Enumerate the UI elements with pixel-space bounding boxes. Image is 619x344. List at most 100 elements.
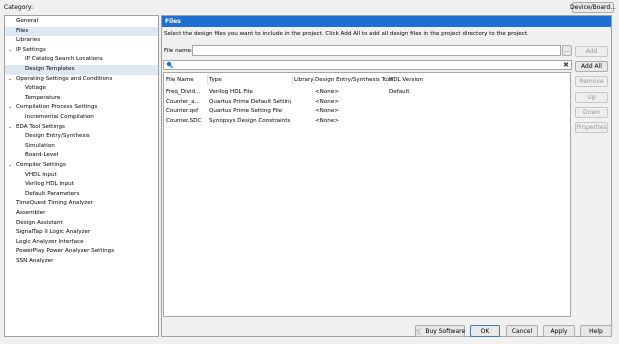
tree-item-label: SignalTap II Logic Analyzer	[16, 229, 91, 236]
buy-software-button[interactable]: 🛒 Buy Software	[415, 325, 465, 337]
tree-item-label: EDA Tool Settings	[16, 123, 65, 130]
search-icon	[166, 61, 173, 69]
tree-item[interactable]: ⌄ Compiler Settings	[5, 161, 158, 171]
tree-item[interactable]: ⌄ EDA Tool Settings	[5, 123, 158, 133]
ok-button[interactable]: OK	[470, 325, 500, 337]
properties-button[interactable]: Properties	[575, 122, 608, 133]
up-button[interactable]: Up	[575, 92, 608, 103]
tree-item-label: PowerPlay Power Analyzer Settings	[16, 248, 115, 255]
tree-item-label: IP Settings	[16, 46, 46, 53]
tree-item[interactable]: Design Entry/Synthesis	[5, 132, 158, 142]
category-tree[interactable]: General Files Libraries ⌄ IP Settings IP Cata…	[4, 15, 159, 337]
tree-item-label: General	[16, 18, 39, 24]
tree-item[interactable]: Simulation	[5, 142, 158, 152]
table-cell: <None>	[315, 108, 339, 115]
files-table[interactable]: File Name Type Library Design Entry/Synt…	[163, 72, 571, 317]
help-button[interactable]: Help	[580, 325, 612, 337]
tree-item-label: Temperature	[25, 94, 61, 101]
column-separator	[292, 75, 293, 85]
tree-item[interactable]: Board-Level	[5, 151, 158, 161]
column-separator	[207, 75, 208, 85]
tree-item-label: Voltage	[25, 85, 46, 92]
table-cell: <None>	[315, 89, 339, 95]
tree-item-label: Files	[16, 27, 29, 34]
tree-item-label: Assembler	[16, 210, 46, 216]
tree-item[interactable]: General	[5, 17, 158, 27]
table-cell: Freq_Divid...	[166, 89, 201, 95]
tree-item[interactable]: Voltage	[5, 84, 158, 94]
tree-item[interactable]: ⌄ Compilation Process Settings	[5, 103, 158, 113]
tree-item[interactable]: PowerPlay Power Analyzer Settings	[5, 247, 158, 257]
add-button[interactable]: Add	[575, 46, 608, 57]
file-name-label: File name:	[164, 48, 193, 54]
tree-item[interactable]: ⌄ Operating Settings and Conditions	[5, 75, 158, 85]
tree-item-label: Verilog HDL Input	[25, 181, 74, 188]
tree-item[interactable]: ⌄ IP Settings	[5, 46, 158, 56]
table-cell: Quartus Prime Default Setting F...	[209, 98, 291, 105]
tree-item-label: IP Catalog Search Locations	[25, 56, 103, 63]
cancel-button[interactable]: Cancel	[506, 325, 538, 337]
tree-item-label: Board-Level	[25, 152, 59, 159]
column-separator	[313, 75, 314, 85]
tree-item[interactable]: Design Assistant	[5, 219, 158, 229]
chevron-down-icon[interactable]: ⌄	[8, 103, 12, 113]
table-cell: Verilog HDL File	[209, 89, 253, 95]
tree-item-label: TimeQuest Timing Analyzer	[16, 200, 93, 207]
tree-item[interactable]: SignalTap II Logic Analyzer	[5, 228, 158, 238]
tree-item-label: Default Parameters	[25, 190, 80, 197]
table-cell: Default	[389, 89, 410, 95]
tree-item[interactable]: Default Parameters	[5, 190, 158, 200]
tree-item-label: Design Templates	[25, 66, 75, 72]
category-label: Category:	[4, 4, 33, 11]
clear-filter-icon[interactable]: ✖	[563, 61, 569, 69]
tree-item-label: Compilation Process Settings	[16, 104, 98, 111]
tree-item[interactable]: Temperature	[5, 94, 158, 104]
tree-item-label: Simulation	[25, 142, 55, 149]
tree-item[interactable]: Assembler	[5, 209, 158, 219]
tree-item[interactable]: Verilog HDL Input	[5, 180, 158, 190]
panel-description: Select the design files you want to incl…	[164, 31, 529, 37]
column-header-file-name[interactable]: File Name	[166, 77, 194, 83]
tree-item-label: Design Assistant	[16, 219, 63, 226]
column-separator	[387, 75, 388, 85]
tree-item[interactable]: SSN Analyzer	[5, 257, 158, 267]
tree-item[interactable]: Libraries	[5, 36, 158, 46]
column-header-hdl-version[interactable]: HDL Version	[389, 77, 423, 83]
add-all-button[interactable]: Add All	[575, 61, 608, 72]
file-name-input[interactable]	[192, 45, 561, 56]
tree-item[interactable]: Files	[5, 26, 158, 37]
tree-item[interactable]: Logic Analyzer Interface	[5, 238, 158, 248]
chevron-down-icon[interactable]: ⌄	[8, 161, 12, 171]
chevron-down-icon[interactable]: ⌄	[8, 123, 12, 133]
tree-item[interactable]: VHDL Input	[5, 171, 158, 181]
down-button[interactable]: Down	[575, 107, 608, 118]
column-header-tool[interactable]: Design Entry/Synthesis Tool	[315, 77, 392, 83]
panel-title: Files	[162, 16, 611, 27]
tree-item-label: Design Entry/Synthesis	[25, 133, 90, 140]
tree-item[interactable]: Design Templates	[5, 65, 158, 75]
apply-button[interactable]: Apply	[543, 325, 575, 337]
browse-button[interactable]: ...	[562, 45, 572, 56]
tree-item-label: VHDL Input	[25, 171, 57, 178]
table-cell: <None>	[315, 98, 339, 105]
tree-item-label: Operating Settings and Conditions	[16, 75, 113, 82]
table-cell: Counter.qsf	[166, 108, 199, 115]
table-cell: Synopsys Design Constraints File	[209, 117, 291, 124]
tree-item-label: Incremental Compilation	[25, 114, 94, 120]
tree-item-label: Libraries	[16, 37, 41, 44]
filter-input[interactable]: ✖	[163, 60, 572, 70]
cart-icon: 🛒	[414, 327, 423, 335]
remove-button[interactable]: Remove	[575, 76, 608, 87]
device-board-button[interactable]: Device/Board...	[570, 2, 616, 13]
tree-item[interactable]: TimeQuest Timing Analyzer	[5, 199, 158, 209]
chevron-down-icon[interactable]: ⌄	[8, 46, 12, 56]
chevron-down-icon[interactable]: ⌄	[8, 75, 12, 85]
table-cell: Counter.SDC	[166, 117, 202, 124]
tree-item[interactable]: Incremental Compilation	[5, 113, 158, 123]
column-header-type[interactable]: Type	[209, 77, 222, 83]
column-header-library[interactable]: Library	[294, 77, 314, 83]
tree-item[interactable]: IP Catalog Search Locations	[5, 55, 158, 65]
table-cell: Counter_a...	[166, 98, 200, 105]
table-cell: Quartus Prime Setting File	[209, 108, 283, 115]
tree-item-label: Logic Analyzer Interface	[16, 238, 84, 245]
